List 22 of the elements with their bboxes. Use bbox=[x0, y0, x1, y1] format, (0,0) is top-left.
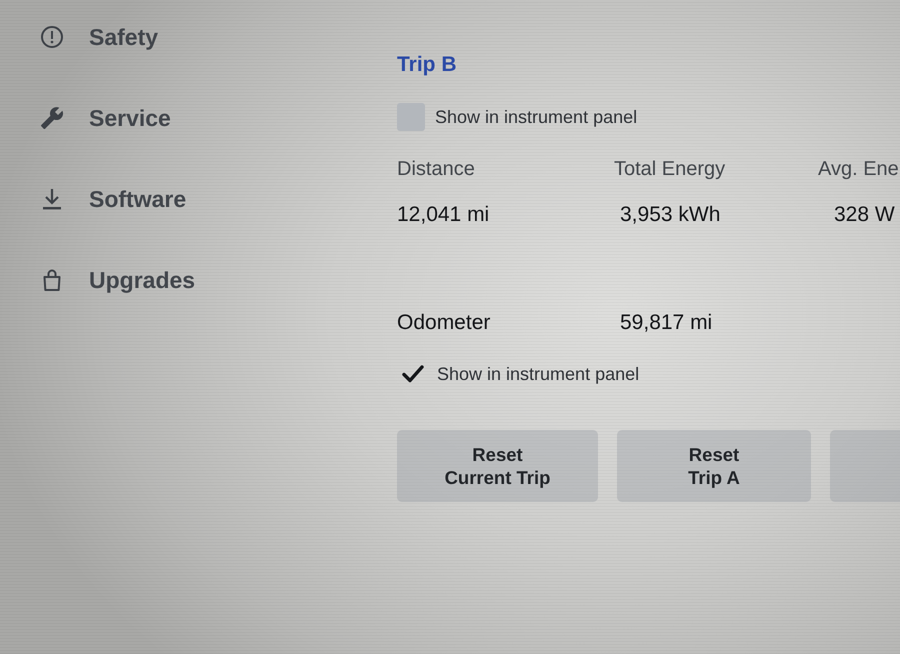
sidebar-item[interactable]: Upgrades bbox=[40, 263, 208, 297]
sidebar-item[interactable]: Service bbox=[40, 101, 183, 135]
stat-value: 3,953 kWh bbox=[620, 202, 720, 228]
stat-label: Total Energy bbox=[614, 157, 726, 182]
stat-value: 12,041 mi bbox=[397, 202, 490, 228]
checkbox-label: Show in instrument panel bbox=[437, 364, 640, 384]
sidebar-item[interactable]: Safety bbox=[40, 20, 170, 54]
partial-button[interactable] bbox=[830, 430, 900, 502]
wrench-icon bbox=[40, 106, 64, 130]
reset-button[interactable]: Reset Trip A bbox=[617, 430, 811, 502]
reset-button[interactable]: Reset Current Trip bbox=[397, 430, 598, 502]
checkbox-label: Show in instrument panel bbox=[435, 106, 638, 128]
download-icon bbox=[40, 187, 64, 211]
stat-label: Distance bbox=[397, 157, 475, 182]
stat-label: Avg. Ene bbox=[818, 157, 899, 182]
stat-value: 328 W bbox=[834, 202, 895, 228]
checkbox[interactable] bbox=[397, 103, 425, 131]
odometer-label: Odometer bbox=[397, 310, 490, 336]
odometer-value: 59,817 mi bbox=[620, 310, 712, 336]
section-title: Trip B bbox=[397, 52, 457, 78]
sidebar-item[interactable]: Software bbox=[40, 182, 198, 216]
exclamation-circle-icon bbox=[40, 25, 64, 49]
